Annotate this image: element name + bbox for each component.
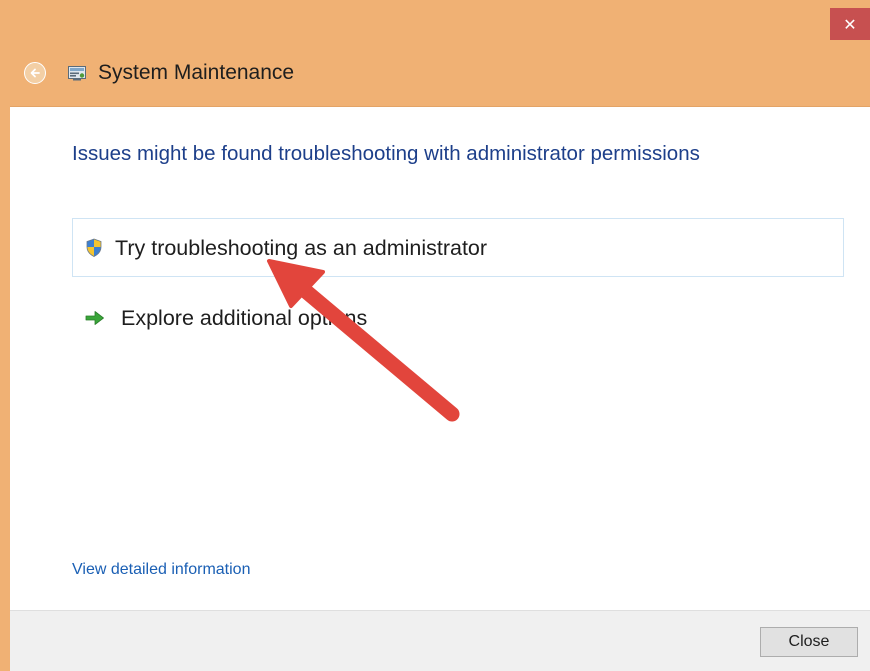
- system-maintenance-icon: [68, 66, 86, 81]
- window-close-button[interactable]: ✕: [830, 8, 870, 40]
- window-title: System Maintenance: [98, 61, 295, 84]
- back-arrow-icon: [30, 68, 40, 78]
- green-arrow-icon: [85, 311, 104, 325]
- view-detailed-information-link[interactable]: View detailed information: [72, 560, 250, 580]
- close-button-label: Close: [788, 633, 830, 650]
- troubleshooter-window: ✕ System Maintenance Issues might be fou…: [0, 0, 870, 671]
- footer-bar: Close: [10, 610, 870, 671]
- close-icon: ✕: [843, 14, 857, 34]
- content-area: Issues might be found troubleshooting wi…: [10, 107, 870, 610]
- try-as-admin-option[interactable]: Try troubleshooting as an administrator: [72, 218, 844, 277]
- close-button[interactable]: Close: [760, 627, 858, 657]
- explore-options-option[interactable]: Explore additional options: [72, 293, 572, 345]
- title-bar: ✕ System Maintenance: [0, 0, 870, 107]
- back-button[interactable]: [24, 62, 46, 84]
- explore-options-label: Explore additional options: [121, 306, 368, 330]
- uac-shield-icon: [86, 238, 102, 257]
- try-as-admin-label: Try troubleshooting as an administrator: [115, 236, 488, 260]
- page-heading: Issues might be found troubleshooting wi…: [72, 142, 700, 165]
- window-left-border: [0, 106, 10, 671]
